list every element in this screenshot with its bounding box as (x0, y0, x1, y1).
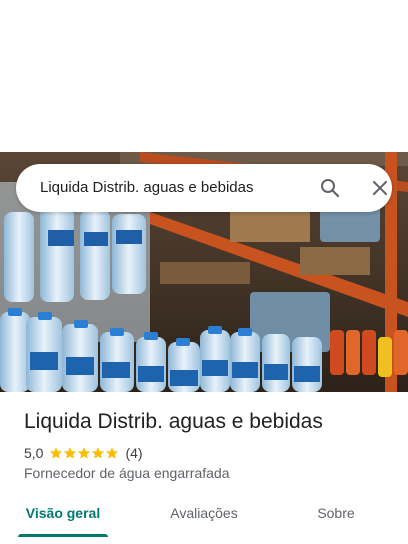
tab-overview[interactable]: Visão geral (18, 496, 108, 536)
tab-about[interactable]: Sobre (296, 496, 376, 536)
tab-reviews[interactable]: Avaliações (154, 496, 254, 536)
star-rating (49, 446, 119, 460)
tab-label: Avaliações (170, 505, 238, 521)
star-icon (92, 447, 105, 459)
map-blank-area (0, 0, 408, 152)
place-tabs: Visão geral Avaliações Sobre (0, 496, 408, 544)
search-icon[interactable] (318, 176, 342, 200)
review-count[interactable]: (4) (125, 445, 142, 461)
search-input[interactable]: Liquida Distrib. aguas e bebidas (40, 164, 253, 212)
tab-label: Visão geral (25, 505, 101, 521)
star-icon (78, 447, 91, 459)
search-bar[interactable]: Liquida Distrib. aguas e bebidas (16, 164, 392, 212)
star-icon (64, 447, 77, 459)
rating-value: 5,0 (24, 445, 44, 461)
rating-row[interactable]: 5,0 (4) (24, 443, 143, 463)
place-category[interactable]: Fornecedor de água engarrafada (24, 464, 229, 482)
star-icon (106, 447, 119, 459)
tab-label: Sobre (317, 505, 355, 521)
place-title: Liquida Distrib. aguas e bebidas (24, 410, 323, 433)
star-icon (50, 447, 63, 459)
close-icon[interactable] (368, 176, 392, 200)
active-tab-indicator (18, 534, 108, 537)
